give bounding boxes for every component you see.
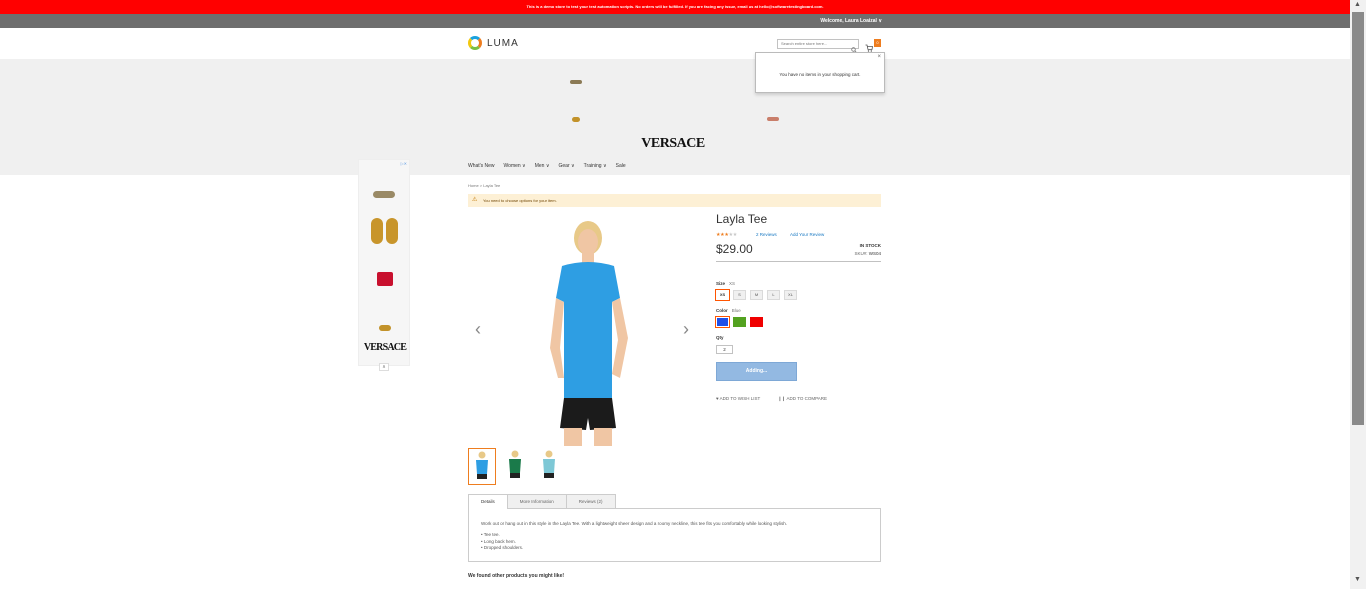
banner-shoe-image [767,117,779,121]
add-to-compare-link[interactable]: ❙❙ ADD TO COMPARE [778,396,827,402]
luma-logo-icon [468,36,482,50]
product-price: $29.00 [716,242,753,256]
size-option-s[interactable]: S [733,290,746,300]
thumbnail-green[interactable] [502,448,530,485]
tab-reviews[interactable]: Reviews (2) [565,494,616,508]
nav-item-men[interactable]: Men ∨ [535,163,550,169]
size-label: Size XS [716,281,735,286]
page-scrollbar[interactable]: ▲ ▼ [1350,0,1366,589]
nav-item-training[interactable]: Training ∨ [584,163,607,169]
feature-list: • Tee tee. • Long back hem. • Dropped sh… [481,532,868,552]
customer-welcome-menu[interactable]: Welcome, Laura Loaizal ∨ [820,14,882,28]
color-label-text: Color [716,308,728,313]
divider [716,261,881,262]
rating-stars: ★★★★★ [716,232,737,238]
page: This is a demo store to test your test a… [0,0,1366,589]
add-to-cart-button[interactable]: Adding... [716,362,797,381]
scroll-down-arrow-icon[interactable]: ▼ [1354,576,1361,583]
tab-more-information[interactable]: More Information [506,494,567,508]
banner-sneaker-image [570,80,582,84]
ad-brand-logo: VERSACE [363,342,407,353]
color-swatches [715,316,763,328]
banner-brand-logo: VERSACE [641,136,705,151]
luma-logo[interactable]: LUMA [468,36,519,50]
product-description: Work out or hang out in this style in th… [481,521,787,526]
qty-label: Qty [716,335,724,340]
logo-text: LUMA [487,37,519,49]
empty-cart-message: You have no items in your shopping cart. [779,72,861,77]
header-panel: Welcome, Laura Loaizal ∨ [0,14,1350,28]
color-selected-value: Blue [731,308,741,313]
reviews-link[interactable]: 2 Reviews [756,232,777,237]
nav-item-gear[interactable]: Gear ∨ [559,163,575,169]
sku-info: SKU#: WS04 [840,251,881,256]
notice-text: You need to choose options for your item… [483,198,557,203]
ad-sandals-image [371,218,399,244]
banner-sandal-image [572,117,580,122]
related-products-heading: We found other products you might like! [468,573,565,579]
size-option-xs[interactable]: XS [715,289,730,301]
ad-sneaker-image [373,191,395,198]
product-title: Layla Tee [716,212,768,226]
size-option-m[interactable]: M [750,290,763,300]
color-option-red[interactable] [750,317,763,327]
color-option-blue[interactable] [715,316,730,328]
gallery-thumbnails [468,448,564,485]
qty-input[interactable]: 2 [716,345,733,354]
notice-message: ⚠ You need to choose options for your it… [468,194,881,207]
nav-item-women[interactable]: Women ∨ [504,163,526,169]
minicart-dropdown: × You have no items in your shopping car… [755,52,885,93]
close-icon[interactable]: × [877,54,881,60]
side-ad[interactable]: ▷✕ VERSACE ∧ [358,159,410,371]
scrollbar-thumb[interactable] [1352,12,1364,425]
thumbnail-light-blue[interactable] [536,448,564,485]
size-selected-value: XS [729,281,736,286]
color-option-green[interactable] [733,317,746,327]
main-navigation: What's New Women ∨ Men ∨ Gear ∨ Training… [468,163,626,169]
ad-banner[interactable]: VERSACE [0,59,1350,175]
add-to-wishlist-link[interactable]: ♥ ADD TO WISH LIST [716,396,760,401]
ad-handbag-image [377,272,393,286]
product-tabs: Details More Information Reviews (2) [468,494,616,509]
thumbnail-blue[interactable] [468,448,496,485]
add-review-link[interactable]: Add Your Review [790,232,824,237]
cart-counter-badge[interactable]: 0 [874,39,881,47]
product-main-image [550,221,628,446]
breadcrumb[interactable]: Home > Layla Tee [468,183,500,188]
sku-value: WS04 [868,251,881,256]
size-option-xl[interactable]: XL [784,290,797,300]
color-label: Color Blue [716,308,741,313]
feature-item: • Dropped shoulders. [481,545,524,550]
nav-item-sale[interactable]: Sale [616,163,626,169]
adchoices-icon[interactable]: ▷✕ [401,161,407,166]
warning-icon: ⚠ [472,197,478,203]
ad-shoe-image [379,325,391,331]
size-swatches: XS S M L XL [715,289,797,301]
demo-store-notice: This is a demo store to test your test a… [0,0,1350,14]
search-input[interactable]: Search entire store here... [777,39,859,49]
scroll-up-arrow-icon[interactable]: ▲ [1354,1,1361,8]
chevron-left-icon[interactable]: ‹ [475,319,481,340]
nav-item-whats-new[interactable]: What's New [468,163,495,169]
size-label-text: Size [716,281,726,286]
ad-collapse-button[interactable]: ∧ [379,363,389,371]
stock-status: IN STOCK [859,243,881,248]
site-header: LUMA Search entire store here... 0 [0,28,1350,59]
product-gallery[interactable]: ‹ › [468,213,698,448]
size-option-l[interactable]: L [767,290,780,300]
sku-label: SKU#: [854,251,868,256]
tab-details[interactable]: Details [468,494,508,509]
details-panel: Work out or hang out in this style in th… [468,508,881,562]
chevron-right-icon[interactable]: › [683,319,689,340]
